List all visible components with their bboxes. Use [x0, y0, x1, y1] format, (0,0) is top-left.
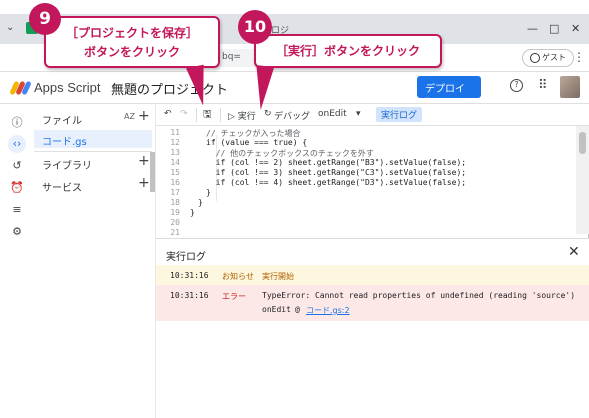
triggers-alarm-icon[interactable]: ⏰ — [8, 179, 26, 197]
code-line: 11// チェックが入った場合 — [170, 128, 301, 138]
execution-log-panel: 実行ログ ✕ 10:31:16 お知らせ 実行開始 10:31:16 エラー T… — [156, 238, 589, 418]
callout-save-line1: ［プロジェクトを保存］ — [65, 26, 198, 40]
divider — [196, 108, 197, 122]
minimize-icon[interactable]: — — [527, 22, 538, 35]
executions-list-icon[interactable]: ≡ — [8, 201, 26, 219]
profile-icon — [530, 52, 540, 63]
execution-log-button[interactable]: 実行ログ — [376, 107, 423, 122]
code-line: 15 if (col !== 3) sheet.getRange("C3").s… — [170, 168, 467, 177]
overview-info-icon[interactable]: ⓘ — [8, 114, 26, 132]
settings-gear-icon[interactable]: ⚙ — [8, 223, 26, 241]
apps-script-logo-icon — [9, 80, 32, 96]
deploy-button[interactable]: デプロイ ▾ — [417, 76, 481, 106]
callout-save: ［プロジェクトを保存］ ボタンをクリック — [44, 16, 220, 68]
code-editor[interactable]: 11// チェックが入った場合 12 if (value === true) { … — [156, 126, 589, 237]
function-select[interactable]: onEdit — [318, 109, 347, 119]
add-service-icon[interactable]: + — [138, 176, 150, 190]
add-file-icon[interactable]: + — [138, 109, 150, 123]
libraries-label: ライブラリ — [42, 161, 92, 172]
guest-label: ゲスト — [542, 53, 566, 62]
code-line: 20 — [170, 218, 180, 227]
log-level: エラー — [222, 292, 246, 301]
project-title[interactable]: 無題のプロジェクト — [111, 79, 228, 98]
history-icon[interactable]: ↺ — [8, 157, 26, 175]
close-icon[interactable]: ✕ — [568, 244, 580, 260]
callout-number-10: 10 — [238, 10, 272, 44]
trace-link[interactable]: コード.gs:2 — [306, 305, 350, 316]
save-project-icon[interactable]: 🖫 — [203, 107, 212, 124]
trace-function: onEdit — [262, 305, 291, 314]
files-scrollbar[interactable] — [150, 152, 155, 192]
guest-profile-button[interactable]: ゲスト — [522, 49, 574, 67]
avatar[interactable] — [560, 76, 580, 98]
editor-code-icon[interactable]: ‹› — [8, 135, 26, 153]
log-message: 実行開始 — [262, 272, 294, 281]
debug-button[interactable]: デバッグ — [274, 109, 310, 122]
run-button[interactable]: ▷ 実行 — [228, 109, 256, 122]
maximize-icon[interactable]: □ — [549, 22, 559, 35]
left-rail: ⓘ ‹› ↺ ⏰ ≡ ⚙ — [0, 104, 34, 418]
code-line: 18} — [170, 198, 203, 207]
files-header: ファイル — [42, 116, 82, 127]
close-window-icon[interactable]: ✕ — [571, 22, 580, 35]
code-line: 16 if (col !== 4) sheet.getRange("D3").s… — [170, 178, 467, 187]
callout-run: ［実行］ボタンをクリック — [254, 34, 442, 68]
log-panel-title: 実行ログ — [166, 252, 206, 263]
log-time: 10:31:16 — [170, 291, 209, 300]
divider — [220, 108, 221, 122]
code-line: 12 if (value === true) { — [170, 138, 308, 147]
app-header: Apps Script 無題のプロジェクト デプロイ ▾ ? ⠿ — [0, 72, 589, 106]
code-line: 14 if (col !== 2) sheet.getRange("B3").s… — [170, 158, 467, 167]
editor-scrollbar[interactable] — [576, 126, 589, 234]
editor-toolbar: ↶ ↷ 🖫 ▷ 実行 ↻ デバッグ onEdit ▾ 実行ログ — [156, 104, 589, 126]
trace-at: @ — [295, 305, 300, 314]
services-label: サービス — [42, 183, 82, 194]
log-row-error: 10:31:16 エラー TypeError: Cannot read prop… — [156, 285, 589, 321]
log-time: 10:31:16 — [170, 271, 209, 280]
log-message: TypeError: Cannot read properties of und… — [262, 291, 576, 300]
callout-save-line2: ボタンをクリック — [83, 45, 180, 59]
files-panel: ファイル AZ + コード.gs ライブラリ + サービス + — [34, 104, 156, 418]
add-library-icon[interactable]: + — [138, 154, 150, 168]
app-name: Apps Script — [34, 80, 101, 95]
code-line: 13 // 他のチェックボックスのチェックを外す — [170, 148, 374, 158]
code-line: 19} — [170, 208, 195, 217]
log-level: お知らせ — [222, 272, 254, 281]
browser-menu-icon[interactable]: ⋮ — [573, 50, 585, 64]
help-icon[interactable]: ? — [510, 79, 523, 92]
callout-number-9: 9 — [29, 3, 61, 35]
sort-files-button[interactable]: AZ — [124, 112, 135, 121]
log-row-info: 10:31:16 お知らせ 実行開始 — [156, 265, 589, 285]
code-line: 17} — [170, 188, 211, 197]
google-apps-icon[interactable]: ⠿ — [538, 78, 548, 93]
file-item-code-gs[interactable]: コード.gs — [34, 130, 152, 148]
chevron-down-icon[interactable]: ▾ — [356, 109, 361, 119]
undo-icon[interactable]: ↶ — [164, 109, 172, 119]
divider — [34, 151, 152, 152]
tab-list-chevron-icon[interactable]: ⌄ — [6, 22, 14, 33]
code-line: 21 — [170, 228, 180, 237]
redo-icon[interactable]: ↷ — [180, 109, 188, 119]
